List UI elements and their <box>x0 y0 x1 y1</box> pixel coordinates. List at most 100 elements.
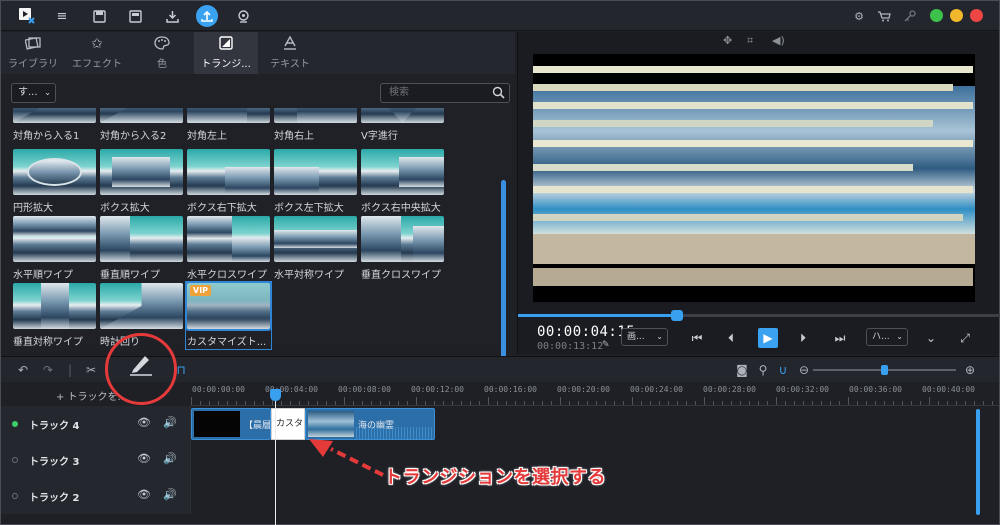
video-preview <box>533 54 975 302</box>
tab-text[interactable]: テキスト <box>258 32 322 74</box>
tab-effects[interactable]: ✩ エフェクト <box>65 32 129 74</box>
volume-icon[interactable]: ◀) <box>772 34 785 47</box>
playhead-handle[interactable] <box>270 389 281 401</box>
transition-card[interactable]: 対角から入る2 <box>100 108 183 142</box>
skip-to-start-button[interactable]: ⏮ <box>688 329 706 347</box>
visibility-eye-icon[interactable]: 👁 <box>137 416 151 429</box>
ruler-tick <box>308 401 309 405</box>
close-button[interactable] <box>970 9 983 22</box>
collapse-icon[interactable]: ⌄ <box>922 329 940 347</box>
magnet-icon[interactable]: ∪ <box>775 362 791 378</box>
speaker-icon[interactable]: 🔊 <box>163 488 177 501</box>
transition-card[interactable]: 垂直順ワイプ <box>100 216 183 281</box>
timeline-scrollbar[interactable] <box>976 409 980 515</box>
category-filter-select[interactable]: す... ⌄ <box>11 83 56 103</box>
zoom-in-icon[interactable]: ⊕ <box>962 362 978 378</box>
tab-color[interactable]: 色 <box>130 32 194 74</box>
export-icon[interactable] <box>196 5 218 27</box>
transition-card[interactable]: ボクス右下拡大 <box>187 149 270 214</box>
zoom-out-icon[interactable]: ⊖ <box>796 362 812 378</box>
webcam-icon[interactable] <box>233 6 253 26</box>
track-name: トラック 2 <box>29 493 80 504</box>
next-frame-button[interactable]: ⏵ <box>794 329 812 347</box>
timeline-ruler[interactable]: 00:00:00:00 00:00:04:00 00:00:08:00 00:00:1… <box>191 382 999 406</box>
settings-icon[interactable]: ⚙ <box>851 8 867 24</box>
snapshot-icon[interactable]: ◙ <box>734 362 750 378</box>
save-as-icon[interactable] <box>125 6 145 26</box>
minimize-button[interactable] <box>950 9 963 22</box>
track-active-indicator[interactable] <box>12 457 18 463</box>
tab-transition[interactable]: トランジ... <box>194 32 258 74</box>
track-name: トラック 3 <box>29 457 80 468</box>
palette-icon <box>154 36 170 52</box>
search-input[interactable]: 検索 <box>380 83 510 103</box>
tab-label: テキスト <box>270 59 310 70</box>
transition-card[interactable]: ボクス右中央拡大 <box>361 149 444 214</box>
app-window: ≡ ⚙ ライブラリ ✩ エフェクト 色 トランジ... テキスト す... ⌄ … <box>0 0 1000 525</box>
transition-card[interactable]: 円形拡大 <box>13 149 96 214</box>
transition-card[interactable]: 垂直対称ワイプ <box>13 283 96 348</box>
ruler-tick <box>632 397 633 405</box>
ruler-tick <box>587 401 588 405</box>
maximize-button[interactable] <box>930 9 943 22</box>
fullscreen-icon[interactable]: ⤢ <box>956 329 974 347</box>
pencil-icon[interactable] <box>128 351 154 377</box>
skip-to-end-button[interactable]: ⏭ <box>831 329 849 347</box>
transition-card[interactable]: 水平クロスワイプ <box>187 216 270 281</box>
ruler-label: 00:00:20:00 <box>557 385 610 394</box>
transition-card[interactable]: 垂直クロスワイプ <box>361 216 444 281</box>
transition-card[interactable]: ボクス左下拡大 <box>274 149 357 214</box>
prev-frame-button[interactable]: ⏴ <box>722 329 740 347</box>
move-icon[interactable]: ✥ <box>723 34 732 47</box>
ruler-tick <box>794 401 795 405</box>
track-active-indicator[interactable] <box>12 493 18 499</box>
tab-library[interactable]: ライブラリ <box>1 32 65 74</box>
cut-icon[interactable]: ✂ <box>83 362 99 378</box>
progress-handle[interactable] <box>671 310 684 321</box>
transition-card[interactable]: 水平対称ワイプ <box>274 216 357 281</box>
menu-icon[interactable]: ≡ <box>52 6 72 26</box>
ruler-tick <box>551 401 552 405</box>
ruler-tick <box>542 401 543 405</box>
ruler-label: 00:00:32:00 <box>776 385 829 394</box>
divider: | <box>67 363 73 377</box>
transition-card[interactable]: ボクス拡大 <box>100 149 183 214</box>
transition-card-selected[interactable]: VIP カスタマイズト... <box>185 281 272 350</box>
transition-label: 垂直クロスワイプ <box>361 270 441 281</box>
cart-icon[interactable] <box>876 8 892 24</box>
zoom-slider-handle[interactable] <box>881 365 888 375</box>
transition-clip[interactable]: カスタ <box>271 408 305 440</box>
tab-label: エフェクト <box>72 59 122 70</box>
transition-card[interactable]: 対角左上 <box>187 108 270 142</box>
ruler-tick <box>758 401 759 405</box>
speaker-icon[interactable]: 🔊 <box>163 416 177 429</box>
ruler-tick <box>416 397 417 405</box>
import-icon[interactable] <box>162 6 182 26</box>
marker-icon[interactable]: ⚲ <box>755 362 771 378</box>
crop-icon[interactable]: ⌗ <box>747 34 753 48</box>
visibility-eye-icon[interactable]: 👁 <box>137 488 151 501</box>
transition-card[interactable]: 水平順ワイプ <box>13 216 96 281</box>
playback-progress-bar[interactable] <box>518 310 1000 321</box>
play-button[interactable]: ▶ <box>758 328 778 348</box>
quality-select[interactable]: 画... ⌄ <box>621 328 668 346</box>
speaker-icon[interactable]: 🔊 <box>163 452 177 465</box>
transition-card[interactable]: V字進行 <box>361 108 444 142</box>
transition-card[interactable]: 対角から入る1 <box>13 108 96 142</box>
library-scrollbar[interactable] <box>501 180 506 380</box>
track-active-indicator[interactable] <box>12 421 18 427</box>
video-clip[interactable]: 【晨層 <box>191 408 271 440</box>
ruler-tick <box>848 397 849 405</box>
redo-icon[interactable]: ↷ <box>40 362 56 378</box>
ruler-tick <box>866 401 867 405</box>
speed-select[interactable]: ハ... ⌄ <box>866 328 908 346</box>
edit-timecode-icon[interactable]: ✎ <box>602 340 610 350</box>
transition-card[interactable]: 対角右上 <box>274 108 357 142</box>
search-icon[interactable] <box>492 86 505 99</box>
visibility-eye-icon[interactable]: 👁 <box>137 452 151 465</box>
undo-icon[interactable]: ↶ <box>15 362 31 378</box>
ruler-tick <box>596 401 597 405</box>
save-icon[interactable] <box>89 6 109 26</box>
ruler-tick <box>776 397 777 405</box>
key-icon[interactable] <box>902 8 918 24</box>
